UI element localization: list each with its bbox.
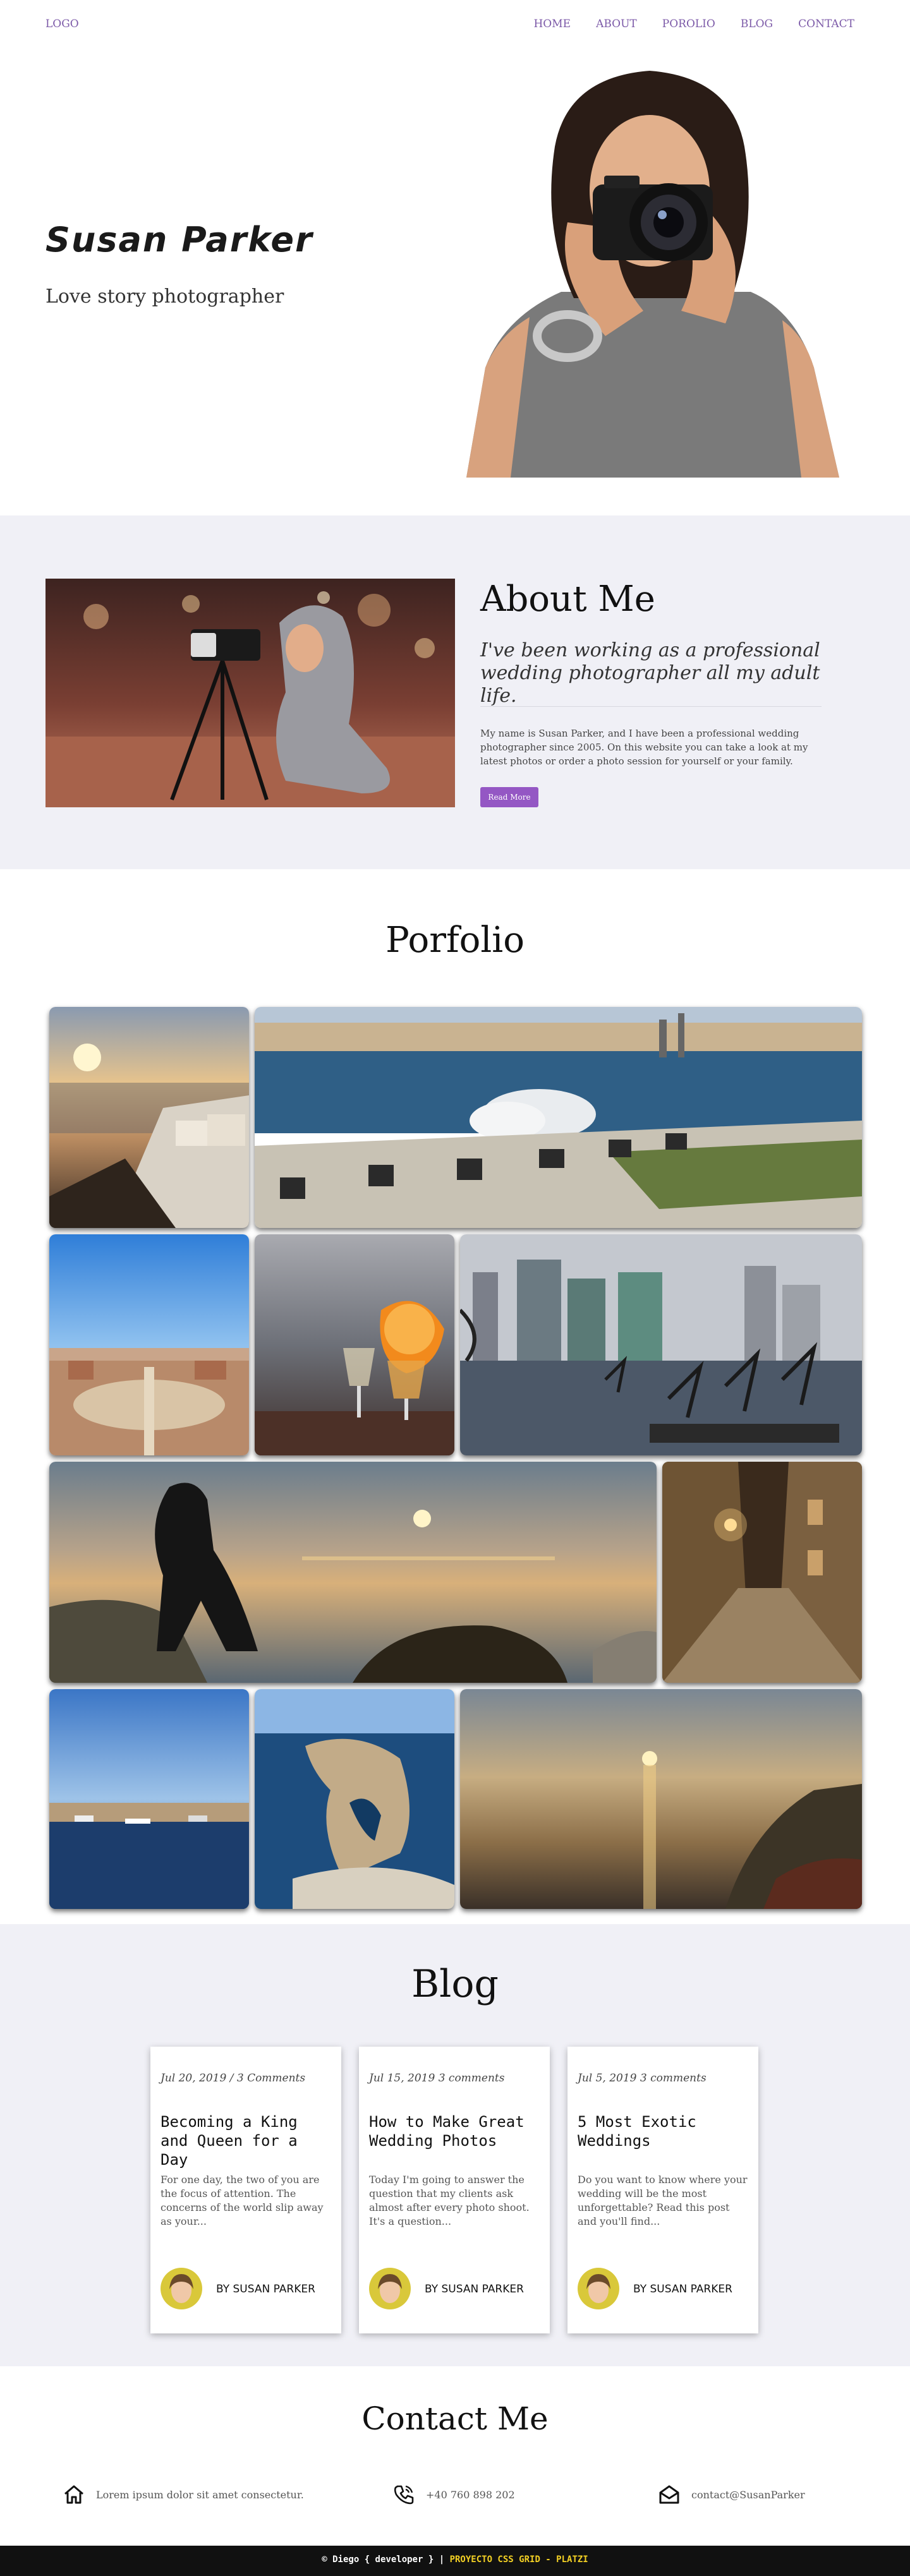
about-section: About Me I've been working as a professi… bbox=[0, 515, 910, 869]
post-date: Jul 20, 2019 / 3 Comments bbox=[161, 2072, 306, 2085]
post-date: Jul 5, 2019 3 comments bbox=[578, 2072, 707, 2085]
post-title[interactable]: How to Make Great Wedding Photos bbox=[369, 2112, 540, 2150]
post-title[interactable]: Becoming a King and Queen for a Day bbox=[161, 2112, 331, 2169]
gallery-photo-ocean-sunset-cliff[interactable] bbox=[460, 1689, 862, 1909]
portfolio-gallery bbox=[49, 1007, 862, 1909]
hero-subtitle: Love story photographer bbox=[46, 286, 284, 308]
nav-link-about[interactable]: ABOUT bbox=[596, 18, 637, 30]
post-excerpt: Today I'm going to answer the question t… bbox=[369, 2174, 530, 2227]
gallery-photo-night-alley[interactable] bbox=[662, 1462, 862, 1683]
gallery-photo-harbour-cannons[interactable] bbox=[255, 1007, 862, 1228]
about-divider bbox=[480, 706, 822, 707]
nav-link-contact[interactable]: CONTACT bbox=[798, 18, 854, 30]
blog-section: Blog Jul 20, 2019 / 3 Comments Becoming … bbox=[0, 1924, 910, 2366]
contact-phone[interactable]: +40 760 898 202 bbox=[392, 2483, 515, 2507]
gallery-photo-santorini-sunset[interactable] bbox=[49, 1007, 249, 1228]
author-avatar bbox=[578, 2268, 619, 2309]
footer: © Diego { developer } | PROYECTO CSS GRI… bbox=[0, 2546, 910, 2576]
footer-project-link[interactable]: PROYECTO CSS GRID - PLATZI bbox=[450, 2555, 588, 2565]
author-avatar bbox=[161, 2268, 202, 2309]
hero-section: Susan Parker Love story photographer bbox=[0, 48, 910, 515]
phone-icon bbox=[394, 2485, 414, 2505]
nav-link-home[interactable]: HOME bbox=[533, 18, 571, 30]
contact-address-text: Lorem ipsum dolor sit amet consectetur. bbox=[96, 2488, 304, 2501]
gallery-photo-city-skyline-sculpture[interactable] bbox=[460, 1234, 862, 1455]
post-date: Jul 15, 2019 3 comments bbox=[369, 2072, 505, 2085]
mail-icon bbox=[659, 2485, 679, 2504]
gallery-photo-vatican-square[interactable] bbox=[49, 1234, 249, 1455]
blog-title: Blog bbox=[411, 1962, 499, 2006]
blog-card[interactable]: Jul 5, 2019 3 comments 5 Most Exotic Wed… bbox=[567, 2047, 758, 2333]
hero-photographer-image bbox=[460, 71, 852, 478]
post-excerpt: Do you want to know where your wedding w… bbox=[578, 2174, 748, 2227]
post-title[interactable]: 5 Most Exotic Weddings bbox=[578, 2112, 748, 2150]
about-lead: I've been working as a professional wedd… bbox=[480, 639, 820, 707]
contact-phone-text: +40 760 898 202 bbox=[426, 2488, 515, 2501]
contact-title: Contact Me bbox=[361, 2400, 549, 2437]
gallery-photo-bay-boats[interactable] bbox=[49, 1689, 249, 1909]
gallery-photo-sea-cliffs[interactable] bbox=[255, 1689, 454, 1909]
nav-link-portfolio[interactable]: POROLIO bbox=[662, 18, 715, 30]
blog-card[interactable]: Jul 15, 2019 3 comments How to Make Grea… bbox=[359, 2047, 550, 2333]
about-photo bbox=[46, 579, 455, 807]
read-more-button[interactable]: Read More bbox=[480, 787, 538, 807]
hero-name: Susan Parker bbox=[46, 220, 313, 260]
post-author: BY SUSAN PARKER bbox=[216, 2283, 315, 2296]
about-title: About Me bbox=[480, 579, 655, 620]
about-body: My name is Susan Parker, and I have been… bbox=[480, 728, 808, 767]
contact-email[interactable]: contact@SusanParker bbox=[657, 2483, 805, 2507]
author-avatar bbox=[369, 2268, 411, 2309]
gallery-photo-wine-glasses[interactable] bbox=[255, 1234, 454, 1455]
contact-address: Lorem ipsum dolor sit amet consectetur. bbox=[62, 2483, 304, 2507]
contact-email-text: contact@SusanParker bbox=[691, 2488, 805, 2501]
gallery-photo-cliff-sunset-person[interactable] bbox=[49, 1462, 657, 1683]
post-excerpt: For one day, the two of you are the focu… bbox=[161, 2174, 324, 2227]
main-menu: HOME ABOUT POROLIO BLOG CONTACT bbox=[508, 18, 854, 30]
footer-credit: © Diego { developer } | bbox=[322, 2555, 445, 2565]
blog-card[interactable]: Jul 20, 2019 / 3 Comments Becoming a Kin… bbox=[150, 2047, 341, 2333]
post-author: BY SUSAN PARKER bbox=[633, 2283, 732, 2296]
portfolio-title: Porfolio bbox=[385, 920, 525, 961]
home-icon bbox=[64, 2485, 83, 2504]
top-navbar: LOGO HOME ABOUT POROLIO BLOG CONTACT bbox=[0, 0, 910, 48]
post-author: BY SUSAN PARKER bbox=[425, 2283, 524, 2296]
nav-link-blog[interactable]: BLOG bbox=[741, 18, 773, 30]
logo[interactable]: LOGO bbox=[46, 18, 79, 30]
